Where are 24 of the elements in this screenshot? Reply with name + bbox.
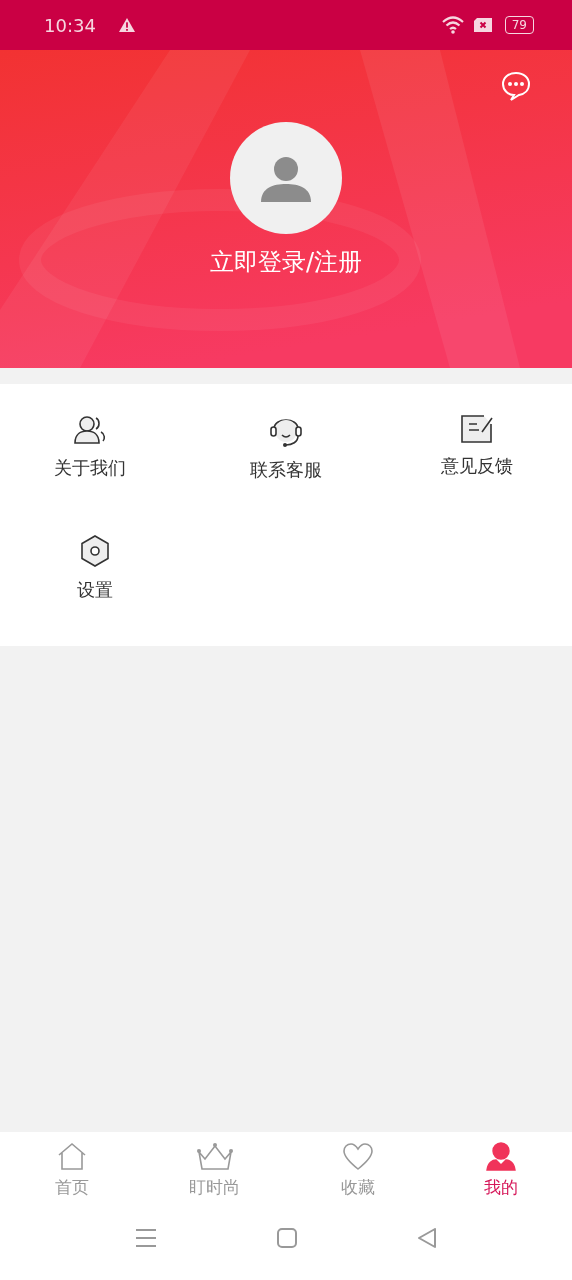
crown-icon [195, 1142, 234, 1172]
menu-item-label[interactable]: 联系客服 [250, 458, 322, 482]
login-link[interactable]: 立即登录/注册 [209, 246, 363, 278]
back-icon[interactable] [417, 1228, 437, 1248]
clock: 10:34 [44, 14, 96, 36]
note-edit-icon[interactable] [459, 414, 494, 444]
tab[interactable]: 我的 [429, 1142, 572, 1222]
tab[interactable]: 收藏 [286, 1142, 429, 1222]
person-icon [484, 1142, 517, 1172]
home-button-icon[interactable] [277, 1228, 297, 1248]
sim-icon [472, 17, 493, 33]
wifi-icon [440, 15, 465, 35]
menu-icon[interactable] [135, 1228, 157, 1248]
battery-indicator: 79 [504, 16, 534, 34]
settings-icon[interactable] [79, 534, 112, 568]
heart-icon [341, 1142, 374, 1172]
menu-item-label[interactable]: 意见反馈 [440, 454, 513, 478]
menu-item-label[interactable]: 设置 [77, 578, 114, 602]
avatar-icon[interactable] [230, 122, 342, 234]
menu-item-label[interactable]: 关于我们 [54, 456, 127, 480]
warning-icon [117, 17, 136, 33]
tab[interactable]: 首页 [0, 1142, 143, 1222]
chat-icon[interactable] [500, 70, 532, 102]
tab[interactable]: 盯时尚 [143, 1142, 286, 1222]
